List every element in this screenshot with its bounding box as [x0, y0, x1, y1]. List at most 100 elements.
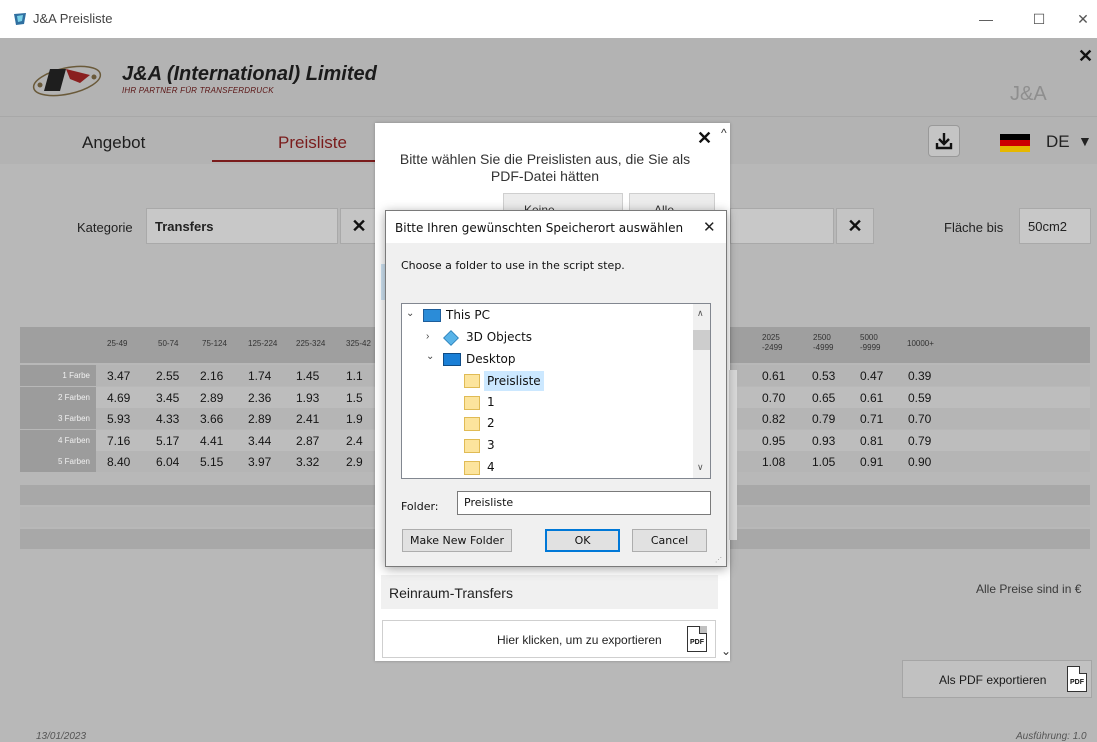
- tree-item-preisliste[interactable]: Preisliste: [484, 371, 544, 391]
- resize-grip[interactable]: ⋰: [715, 556, 722, 564]
- chevron-down-icon[interactable]: ▼: [1078, 133, 1092, 149]
- tree-item-folder[interactable]: 4: [487, 457, 495, 477]
- table-cell: 1.05: [812, 455, 836, 469]
- folder-tree[interactable]: ⌄ This PC › 3D Objects ⌄ Desktop Preisli…: [401, 303, 711, 479]
- table-cell: 0.71: [860, 412, 884, 426]
- secondary-filter-field[interactable]: [730, 208, 834, 244]
- folder-icon: [464, 461, 480, 475]
- table-cell: 2.89: [200, 391, 224, 405]
- company-slogan: IHR PARTNER FÜR TRANSFERDRUCK: [122, 86, 274, 95]
- table-cell: 0.93: [812, 434, 836, 448]
- area-value: 50cm2: [1028, 219, 1068, 234]
- column-header: 50-74: [158, 339, 179, 348]
- panel-scroll-up-arrow[interactable]: ^: [721, 126, 727, 140]
- tree-item-folder[interactable]: 3: [487, 435, 495, 455]
- panel-scrollbar[interactable]: [729, 370, 737, 540]
- column-header: 10000+: [907, 339, 934, 348]
- window-titlebar: J&A Preisliste — ☐ ✕: [0, 0, 1097, 38]
- table-cell: 1.08: [762, 455, 786, 469]
- row-label: 3 Farben: [20, 408, 96, 429]
- tab-preisliste[interactable]: Preisliste: [278, 133, 347, 153]
- download-icon: [935, 133, 953, 150]
- tab-angebot[interactable]: Angebot: [82, 133, 145, 153]
- area-field[interactable]: 50cm2: [1019, 208, 1091, 244]
- pdf-file-icon: PDF: [1067, 666, 1087, 692]
- 3d-objects-icon: [443, 330, 459, 346]
- window-title: J&A Preisliste: [33, 11, 113, 26]
- table-cell: 3.97: [248, 455, 272, 469]
- category-value: Transfers: [155, 219, 214, 234]
- make-new-folder-button[interactable]: Make New Folder: [402, 529, 512, 552]
- active-tab-indicator: [212, 160, 380, 162]
- table-cell: 0.70: [908, 412, 932, 426]
- scroll-down-icon[interactable]: ∨: [697, 462, 704, 473]
- chevron-down-icon[interactable]: ⌄: [426, 351, 434, 362]
- export-pdf-label: Als PDF exportieren: [939, 673, 1047, 687]
- column-header: 75-124: [202, 339, 227, 348]
- table-cell: 3.32: [296, 455, 320, 469]
- folder-icon: [464, 417, 480, 431]
- panel-close-button[interactable]: ✕: [697, 128, 712, 149]
- chevron-right-icon[interactable]: ›: [426, 331, 429, 342]
- pricelist-item[interactable]: Reinraum-Transfers: [381, 575, 718, 609]
- row-label: 4 Farben: [20, 430, 96, 451]
- category-clear-button[interactable]: ✕: [340, 208, 378, 244]
- scroll-up-icon[interactable]: ∧: [697, 308, 704, 319]
- table-cell: 0.79: [908, 434, 932, 448]
- minimize-button[interactable]: —: [963, 6, 1009, 32]
- tree-item-folder[interactable]: 1: [487, 392, 495, 412]
- download-button[interactable]: [928, 125, 960, 157]
- panel-heading: Bitte wählen Sie die Preislisten aus, di…: [399, 151, 691, 184]
- table-cell: 1.74: [248, 369, 272, 383]
- folder-icon: [464, 439, 480, 453]
- table-cell: 8.40: [107, 455, 131, 469]
- ok-button[interactable]: OK: [545, 529, 620, 552]
- table-cell: 0.39: [908, 369, 932, 383]
- panel-export-label: Hier klicken, um zu exportieren: [497, 633, 662, 647]
- maximize-button[interactable]: ☐: [1016, 6, 1062, 32]
- dialog-close-button[interactable]: ✕: [703, 218, 716, 236]
- table-cell: 2.89: [248, 412, 272, 426]
- german-flag-icon[interactable]: [1000, 134, 1030, 152]
- table-cell: 0.65: [812, 391, 836, 405]
- tree-item-3d-objects[interactable]: 3D Objects: [466, 327, 532, 347]
- folder-label: Folder:: [401, 500, 439, 513]
- window-close-button[interactable]: ✕: [1060, 6, 1097, 32]
- computer-icon: [423, 309, 441, 322]
- cancel-button[interactable]: Cancel: [632, 529, 707, 552]
- table-cell: 2.36: [248, 391, 272, 405]
- table-cell: 0.61: [762, 369, 786, 383]
- table-cell: 2.41: [296, 412, 320, 426]
- table-cell: 2.4: [346, 434, 363, 448]
- table-cell: 0.95: [762, 434, 786, 448]
- app-close-button[interactable]: ✕: [1078, 46, 1093, 67]
- table-cell: 0.81: [860, 434, 884, 448]
- tree-scroll-thumb[interactable]: [693, 330, 710, 350]
- secondary-clear-button[interactable]: ✕: [836, 208, 874, 244]
- panel-export-button[interactable]: Hier klicken, um zu exportieren PDF: [382, 620, 716, 658]
- category-field[interactable]: Transfers: [146, 208, 338, 244]
- tree-item-folder[interactable]: 2: [487, 413, 495, 433]
- language-selector[interactable]: DE: [1046, 132, 1070, 152]
- table-cell: 1.45: [296, 369, 320, 383]
- company-name: J&A (International) Limited: [122, 63, 377, 85]
- pdf-file-icon: PDF: [687, 626, 707, 652]
- folder-icon: [464, 396, 480, 410]
- table-cell: 0.61: [860, 391, 884, 405]
- column-header: 2025 -2499: [762, 333, 783, 352]
- table-cell: 0.53: [812, 369, 836, 383]
- export-pdf-button[interactable]: Als PDF exportieren PDF: [902, 660, 1092, 698]
- column-header: 25-49: [107, 339, 128, 348]
- app-icon: [12, 11, 28, 27]
- panel-scroll-down-arrow[interactable]: ⌄: [721, 644, 731, 658]
- table-cell: 7.16: [107, 434, 131, 448]
- desktop-icon: [443, 353, 461, 366]
- tree-item-this-pc[interactable]: This PC: [446, 305, 490, 325]
- table-cell: 0.47: [860, 369, 884, 383]
- table-cell: 5.93: [107, 412, 131, 426]
- chevron-down-icon[interactable]: ⌄: [406, 308, 414, 319]
- folder-icon: [464, 374, 480, 388]
- tree-item-desktop[interactable]: Desktop: [466, 349, 516, 369]
- folder-input[interactable]: Preisliste: [457, 491, 711, 515]
- row-label: 2 Farben: [20, 387, 96, 408]
